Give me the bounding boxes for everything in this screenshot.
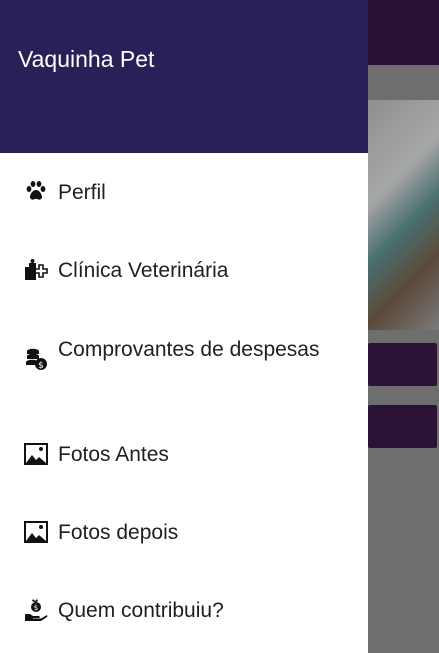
menu-item-label: Fotos depois — [58, 521, 179, 544]
menu-item-perfil[interactable]: Perfil — [0, 153, 368, 231]
coins-icon: $ — [24, 347, 48, 371]
app-title: Vaquinha Pet — [18, 46, 155, 72]
menu-item-comprovantes-de-despesas[interactable]: $ Comprovantes de despesas — [0, 309, 368, 415]
svg-text:$: $ — [38, 361, 44, 371]
vet-clinic-icon — [24, 258, 48, 282]
background-button-1 — [368, 343, 437, 386]
image-icon — [24, 520, 48, 544]
paw-icon — [24, 179, 48, 203]
navigation-drawer: Vaquinha Pet Perfil Clínica Veterinária … — [0, 0, 368, 653]
image-icon — [24, 442, 48, 466]
menu-item-clinica-veterinaria[interactable]: Clínica Veterinária — [0, 231, 368, 309]
donation-hand-icon: $ — [24, 597, 48, 621]
background-pet-photo — [368, 100, 439, 330]
menu-item-fotos-antes[interactable]: Fotos Antes — [0, 415, 368, 493]
svg-text:$: $ — [34, 604, 38, 612]
drawer-header: Vaquinha Pet — [0, 0, 368, 153]
menu-item-quem-contribuiu[interactable]: $ Quem contribuiu? — [0, 571, 368, 649]
background-button-2 — [368, 405, 437, 448]
menu-item-label: Perfil — [58, 181, 106, 204]
menu-item-label: Clínica Veterinária — [58, 259, 229, 282]
menu-item-label: Comprovantes de despesas — [58, 338, 320, 361]
menu-item-label: Quem contribuiu? — [58, 599, 224, 622]
menu-item-fotos-depois[interactable]: Fotos depois — [0, 493, 368, 571]
menu-item-label: Fotos Antes — [58, 443, 169, 466]
